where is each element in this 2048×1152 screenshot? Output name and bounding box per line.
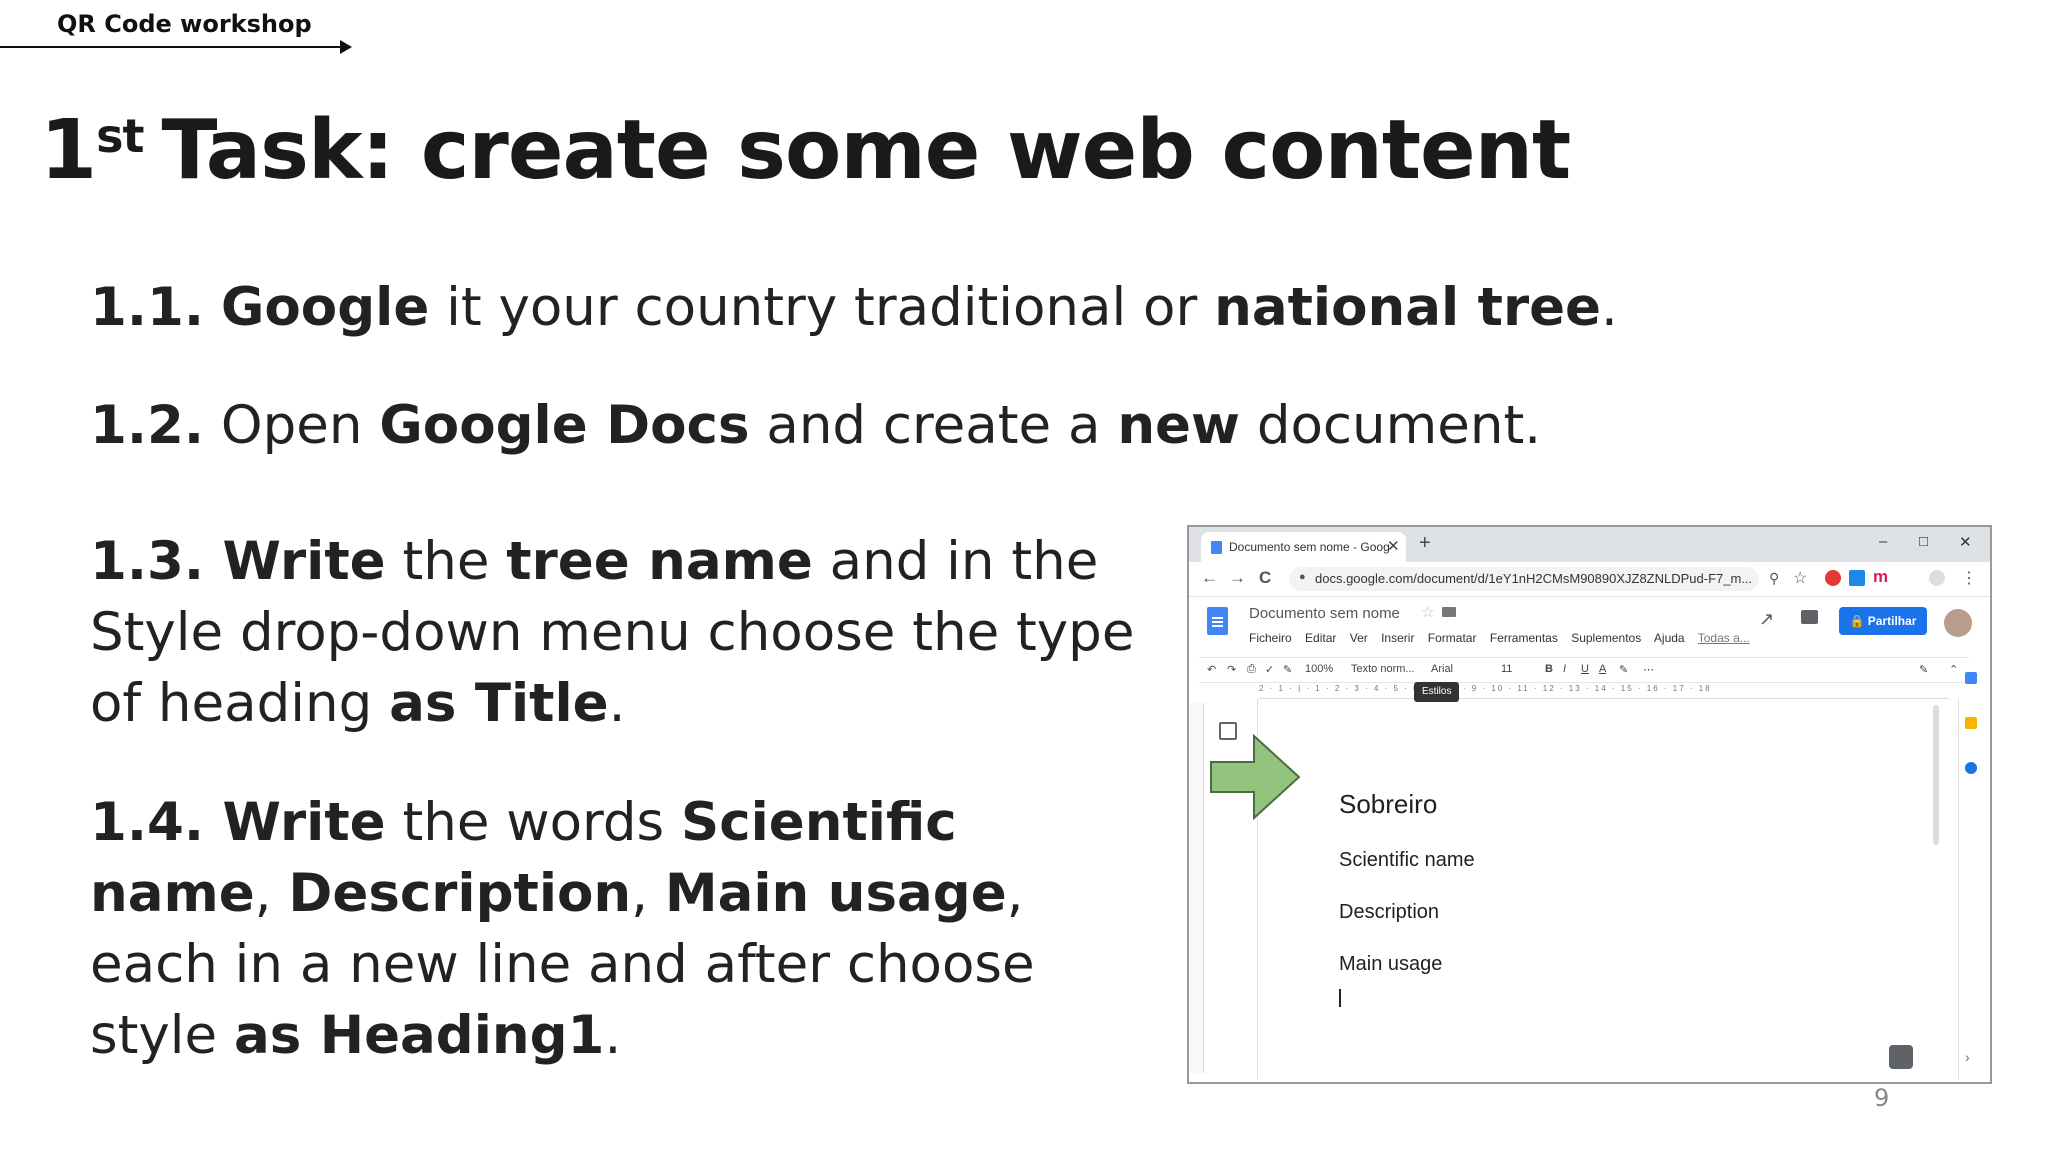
- step-number: 1.4.: [90, 792, 205, 853]
- title-text: Task: create some web content: [161, 103, 1571, 198]
- google-docs-screenshot: Documento sem nome - Google ✕ + – □ ✕ ← …: [1187, 525, 1992, 1084]
- browser-menu-icon[interactable]: ⋮: [1961, 568, 1977, 588]
- star-icon[interactable]: ☆: [1421, 603, 1434, 621]
- m-extension-icon[interactable]: m: [1873, 567, 1888, 587]
- scrollbar[interactable]: [1933, 705, 1939, 845]
- zoom-select[interactable]: 100%: [1305, 663, 1333, 675]
- menu-editar[interactable]: Editar: [1305, 631, 1336, 645]
- calendar-icon[interactable]: [1965, 672, 1977, 684]
- step-1-2: 1.2. Open Google Docs and create a new d…: [90, 395, 1542, 456]
- forward-icon[interactable]: →: [1229, 568, 1246, 588]
- menu-ferramentas[interactable]: Ferramentas: [1490, 631, 1558, 645]
- step-1-4: 1.4. Write the words Scientific name, De…: [90, 792, 1035, 1066]
- menu-ver[interactable]: Ver: [1350, 631, 1368, 645]
- step-1-3: 1.3. Write the tree name and in the Styl…: [90, 531, 1135, 734]
- doc-heading-description: Description: [1339, 901, 1440, 923]
- step-number: 1.2.: [90, 395, 205, 456]
- lock-icon: ●: [1299, 571, 1306, 583]
- activity-icon[interactable]: ↗: [1759, 609, 1774, 630]
- maximize-icon[interactable]: □: [1919, 533, 1928, 550]
- document-page[interactable]: [1257, 699, 1959, 1079]
- docs-logo-icon[interactable]: [1207, 607, 1228, 635]
- url-text: docs.google.com/document/d/1eY1nH2CMsM90…: [1315, 571, 1753, 586]
- chevron-right-icon[interactable]: ›: [1965, 1049, 1970, 1065]
- close-window-icon[interactable]: ✕: [1959, 533, 1972, 551]
- doc-heading-main-usage: Main usage: [1339, 953, 1443, 975]
- doc-heading-scientific-name: Scientific name: [1339, 849, 1475, 871]
- text-cursor: [1339, 989, 1341, 1007]
- text-color-icon[interactable]: A: [1599, 663, 1606, 675]
- print-icon[interactable]: ⎙: [1247, 663, 1256, 676]
- title-number: 1: [40, 103, 97, 198]
- doc-title-text: Sobreiro: [1339, 789, 1438, 819]
- spellcheck-icon[interactable]: ✓: [1265, 663, 1274, 676]
- menu-ficheiro[interactable]: Ficheiro: [1249, 631, 1292, 645]
- tab-close-icon[interactable]: ✕: [1387, 537, 1400, 555]
- green-arrow-icon: [1210, 733, 1301, 821]
- docs-toolbar: ↶ ↷ ⎙ ✓ ✎ 100% Texto norm... Arial 11 B …: [1199, 657, 1969, 683]
- docs-header: Documento sem nome ☆ Ficheiro Editar Ver…: [1189, 597, 1990, 655]
- italic-icon[interactable]: I: [1563, 663, 1566, 675]
- menu-formatar[interactable]: Formatar: [1428, 631, 1477, 645]
- step-1-1: 1.1. Google it your country traditional …: [90, 277, 1618, 338]
- bold-icon[interactable]: B: [1545, 663, 1553, 675]
- undo-icon[interactable]: ↶: [1207, 663, 1216, 676]
- bookmark-star-icon[interactable]: ☆: [1793, 568, 1807, 588]
- redo-icon[interactable]: ↷: [1227, 663, 1236, 676]
- keep-icon[interactable]: [1965, 717, 1977, 729]
- last-edit-link[interactable]: Todas a...: [1698, 631, 1750, 645]
- more-icon[interactable]: ⋯: [1643, 663, 1654, 676]
- menu-suplementos[interactable]: Suplementos: [1571, 631, 1641, 645]
- document-name[interactable]: Documento sem nome: [1249, 605, 1400, 622]
- avatar[interactable]: [1944, 609, 1972, 637]
- page-number: 9: [1874, 1084, 1890, 1112]
- edit-mode-icon[interactable]: ✎: [1919, 663, 1928, 676]
- vertical-ruler: [1189, 703, 1204, 1073]
- comments-icon[interactable]: [1801, 610, 1818, 624]
- share-button[interactable]: 🔒 Partilhar: [1839, 607, 1927, 635]
- tab-title: Documento sem nome - Google: [1229, 540, 1389, 554]
- paint-format-icon[interactable]: ✎: [1283, 663, 1292, 676]
- explore-icon[interactable]: [1889, 1045, 1913, 1069]
- minimize-icon[interactable]: –: [1879, 533, 1887, 550]
- header-rule: [0, 46, 342, 48]
- reload-icon[interactable]: C: [1259, 568, 1271, 588]
- step-number: 1.1.: [90, 277, 205, 338]
- step-number: 1.3.: [90, 531, 205, 592]
- menu-ajuda[interactable]: Ajuda: [1654, 631, 1685, 645]
- extension-icon[interactable]: [1849, 570, 1865, 586]
- font-select[interactable]: Arial: [1431, 663, 1453, 675]
- docs-menu-bar: Ficheiro Editar Ver Inserir Formatar Fer…: [1249, 631, 1760, 645]
- slide-title: 1st Task: create some web content: [40, 103, 1571, 198]
- workshop-label: QR Code workshop: [57, 10, 312, 38]
- style-select[interactable]: Texto norm...: [1351, 663, 1415, 675]
- header-arrowhead: [340, 40, 352, 54]
- search-icon[interactable]: ⚲: [1769, 570, 1779, 587]
- title-ordinal: st: [96, 109, 144, 163]
- ruler: 2 · 1 · | · 1 · 2 · 3 · 4 · 5 · 6 · 7 · …: [1259, 684, 1949, 699]
- styles-tooltip: Estilos: [1414, 682, 1460, 702]
- tasks-icon[interactable]: [1965, 762, 1977, 774]
- font-size-select[interactable]: 11: [1501, 663, 1512, 675]
- docs-favicon-icon: [1211, 541, 1222, 554]
- highlight-icon[interactable]: ✎: [1619, 663, 1628, 676]
- browser-tab[interactable]: Documento sem nome - Google ✕: [1201, 532, 1406, 562]
- collapse-icon[interactable]: ⌃: [1949, 663, 1958, 676]
- browser-tab-bar: Documento sem nome - Google ✕ + – □ ✕: [1189, 527, 1990, 562]
- address-bar[interactable]: ● docs.google.com/document/d/1eY1nH2CMsM…: [1289, 567, 1759, 591]
- address-row: ← → C ● docs.google.com/document/d/1eY1n…: [1189, 562, 1990, 597]
- new-tab-icon[interactable]: +: [1419, 532, 1431, 555]
- back-icon[interactable]: ←: [1201, 568, 1218, 588]
- folder-icon[interactable]: [1442, 607, 1456, 617]
- menu-inserir[interactable]: Inserir: [1381, 631, 1414, 645]
- profile-icon[interactable]: [1929, 570, 1945, 586]
- opera-extension-icon[interactable]: [1825, 570, 1841, 586]
- underline-icon[interactable]: U: [1581, 663, 1589, 675]
